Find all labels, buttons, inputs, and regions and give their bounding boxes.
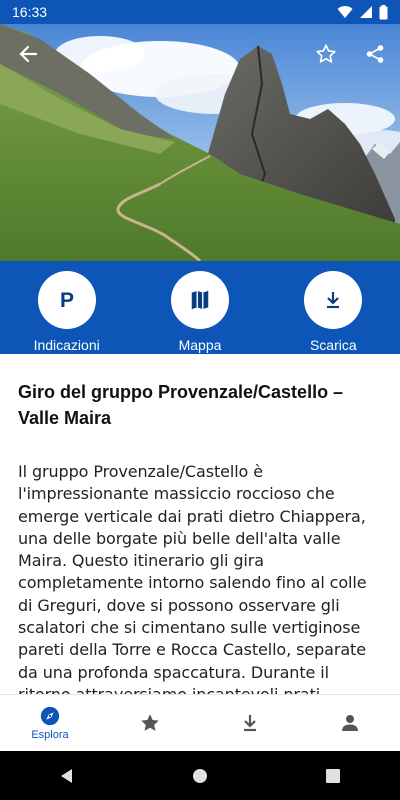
nav-explore[interactable]: Esplora (0, 695, 100, 751)
trail-description: Il gruppo Provenzale/Castello è l'impres… (18, 462, 367, 694)
star-icon (141, 714, 159, 731)
map-circle (170, 271, 229, 329)
nav-favorites[interactable] (100, 695, 200, 751)
status-icons (337, 4, 388, 20)
map-label: Mappa (178, 337, 222, 353)
nav-explore-label: Esplora (31, 729, 69, 741)
download-nav-icon (244, 715, 256, 732)
system-recents-button[interactable] (313, 756, 353, 796)
status-time: 16:33 (12, 4, 48, 20)
directions-button[interactable]: P Indicazioni (7, 271, 127, 353)
status-bar: 16:33 (0, 0, 400, 24)
wifi-icon (337, 6, 353, 19)
directions-circle: P (37, 271, 96, 329)
parking-icon: P (60, 289, 74, 312)
map-icon (191, 290, 209, 310)
directions-label: Indicazioni (33, 337, 100, 353)
signal-icon (360, 6, 372, 18)
system-home-button[interactable] (180, 756, 220, 796)
svg-text:P: P (60, 289, 74, 312)
download-button[interactable]: Scarica (273, 271, 393, 353)
system-back-button[interactable] (47, 756, 87, 796)
bottom-navigation: Esplora (0, 694, 400, 751)
arrow-back-icon (19, 45, 38, 63)
share-button[interactable] (359, 38, 391, 70)
trail-content: Giro del gruppo Provenzale/Castello – Va… (0, 354, 400, 694)
triangle-back-icon (60, 768, 72, 783)
trail-title: Giro del gruppo Provenzale/Castello – Va… (18, 382, 344, 428)
download-circle (304, 271, 363, 329)
nav-downloads[interactable] (200, 695, 300, 751)
nav-profile[interactable] (300, 695, 400, 751)
map-button[interactable]: Mappa (140, 271, 260, 353)
square-recents-icon (326, 768, 341, 783)
share-icon (366, 45, 384, 63)
system-navigation (0, 751, 400, 800)
favorite-button[interactable] (310, 38, 342, 70)
download-label: Scarica (309, 337, 357, 353)
compass-icon (40, 706, 60, 726)
person-icon (342, 715, 358, 731)
back-button[interactable] (12, 38, 44, 70)
star-outline-icon (316, 44, 336, 63)
hero-image (0, 24, 400, 261)
circle-home-icon (192, 768, 207, 783)
battery-icon (379, 4, 388, 19)
action-bar: P Indicazioni Mappa Scarica (0, 261, 400, 354)
download-icon (327, 292, 340, 309)
